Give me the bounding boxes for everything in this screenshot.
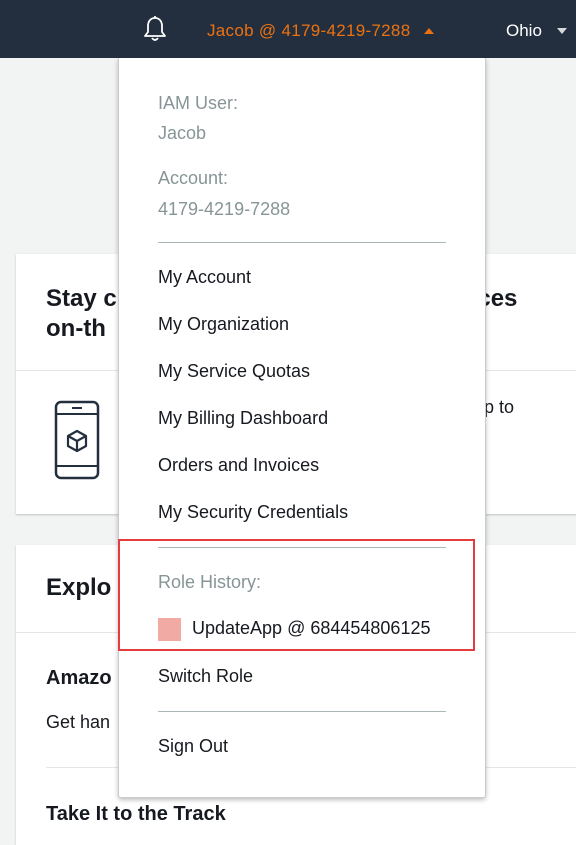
- menu-item-my-security-credentials[interactable]: My Security Credentials: [158, 502, 348, 523]
- card-title-left: Stay c: [46, 285, 117, 312]
- menu-divider: [158, 711, 446, 712]
- menu-item-my-organization[interactable]: My Organization: [158, 314, 289, 335]
- explore-item-title[interactable]: Take It to the Track: [46, 803, 226, 826]
- iam-user-value: Jacob: [158, 123, 207, 143]
- explore-item-text: Get han: [46, 712, 111, 732]
- menu-item-my-billing-dashboard[interactable]: My Billing Dashboard: [158, 408, 328, 429]
- account-dropdown-menu: IAM User: Jacob Account: 4179-4219-7288 …: [118, 58, 486, 798]
- menu-item-my-account[interactable]: My Account: [158, 267, 251, 288]
- mobile-phone-cube-icon: [54, 400, 100, 480]
- account-id-value: 4179-4219-7288: [158, 199, 291, 219]
- menu-divider: [158, 242, 446, 243]
- card-title-line2: on-th: [46, 315, 106, 342]
- role-history-highlight-box: [118, 539, 475, 651]
- card-title: Explo: [46, 574, 112, 601]
- caret-down-icon: [556, 28, 567, 34]
- account-menu-label: Jacob @ 4179-4219-7288: [207, 21, 411, 40]
- sign-out-button[interactable]: Sign Out: [158, 736, 228, 757]
- region-menu-toggle[interactable]: Ohio: [506, 19, 567, 43]
- menu-item-my-service-quotas[interactable]: My Service Quotas: [158, 361, 310, 382]
- switch-role-button[interactable]: Switch Role: [158, 666, 253, 687]
- notification-bell-icon[interactable]: [141, 15, 169, 43]
- menu-item-orders-and-invoices[interactable]: Orders and Invoices: [158, 455, 319, 476]
- account-label: Account:: [158, 168, 229, 188]
- top-nav-bar: Jacob @ 4179-4219-7288 Ohio: [0, 0, 576, 58]
- caret-up-icon: [424, 28, 435, 34]
- explore-item-title[interactable]: Amazo: [46, 667, 112, 690]
- iam-user-label: IAM User:: [158, 93, 239, 113]
- account-menu-toggle[interactable]: Jacob @ 4179-4219-7288: [207, 19, 435, 43]
- region-label: Ohio: [506, 21, 542, 40]
